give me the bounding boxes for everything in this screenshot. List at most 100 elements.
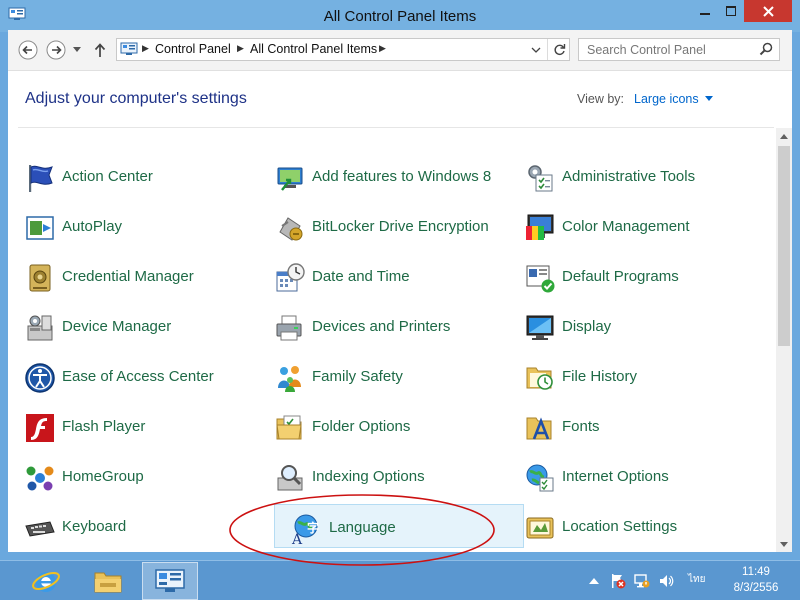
item-label: Default Programs [562, 268, 679, 285]
scrollbar-thumb[interactable] [778, 146, 790, 346]
folder-icon [94, 572, 122, 593]
item-date-and-time[interactable]: Date and Time [258, 254, 502, 298]
vertical-scrollbar[interactable] [776, 128, 792, 552]
item-label: Ease of Access Center [62, 368, 214, 385]
item-homegroup[interactable]: HomeGroup [8, 454, 252, 498]
back-button[interactable] [18, 40, 38, 60]
up-button[interactable] [92, 40, 108, 60]
item-label: Location Settings [562, 518, 678, 535]
navigation-bar: ▶ Control Panel ▶ All Control Panel Item… [8, 30, 792, 71]
item-bitlocker[interactable]: BitLocker Drive Encryption [258, 204, 502, 248]
maximize-button[interactable] [718, 0, 744, 22]
item-label: HomeGroup [62, 468, 144, 485]
svg-text:字: 字 [307, 520, 319, 535]
item-color-management[interactable]: Color Management [508, 204, 752, 248]
language-indicator[interactable]: ไทย [688, 572, 705, 587]
chevron-right-icon[interactable]: ▶ [142, 43, 149, 54]
tray-network[interactable] [634, 573, 650, 589]
tray-action-center[interactable] [610, 573, 626, 589]
folder-options-icon [274, 412, 306, 444]
item-indexing-options[interactable]: Indexing Options [258, 454, 502, 498]
item-label: Indexing Options [312, 468, 425, 485]
item-folder-options[interactable]: Folder Options [258, 404, 502, 448]
language-icon: A 字 [291, 513, 323, 545]
taskbar-control-panel[interactable] [142, 562, 198, 600]
clock-date[interactable]: 8/3/2556 [726, 582, 786, 594]
clock-time[interactable]: 11:49 [736, 566, 776, 578]
breadcrumb-control-panel[interactable]: Control Panel [155, 42, 231, 56]
tray-volume[interactable] [658, 573, 674, 589]
refresh-icon [553, 44, 565, 55]
search-icon[interactable] [759, 42, 773, 56]
item-add-features[interactable]: Add features to Windows 8 [258, 154, 502, 198]
item-file-history[interactable]: File History [508, 354, 752, 398]
item-default-programs[interactable]: Default Programs [508, 254, 752, 298]
page-title: Adjust your computer's settings [25, 90, 247, 107]
item-ease-of-access[interactable]: Ease of Access Center [8, 354, 252, 398]
item-label: Fonts [562, 418, 600, 435]
item-keyboard[interactable]: Keyboard [8, 504, 252, 548]
scroll-down-button[interactable] [776, 536, 792, 552]
item-fonts[interactable]: Fonts [508, 404, 752, 448]
forward-button[interactable] [46, 40, 66, 60]
window-content: ▶ Control Panel ▶ All Control Panel Item… [8, 30, 792, 552]
breadcrumb-all-items[interactable]: All Control Panel Items [250, 42, 377, 56]
network-icon [634, 574, 650, 588]
chevron-down-icon [531, 47, 541, 53]
item-device-manager[interactable]: Device Manager [8, 304, 252, 348]
view-by-dropdown[interactable]: Large icons [634, 92, 713, 106]
title-bar[interactable]: All Control Panel Items [0, 0, 800, 32]
header-divider [18, 127, 774, 128]
control-panel-window: All Control Panel Items ▶ Control Panel … [0, 0, 800, 560]
item-label: Internet Options [562, 468, 669, 485]
printer-icon [274, 312, 306, 344]
item-label: Keyboard [62, 518, 127, 535]
item-devices-and-printers[interactable]: Devices and Printers [258, 304, 502, 348]
ease-of-access-icon [24, 362, 56, 394]
autoplay-icon [24, 212, 56, 244]
flag-icon [24, 162, 56, 194]
show-hidden-icons-button[interactable] [586, 573, 602, 589]
item-family-safety[interactable]: Family Safety [258, 354, 502, 398]
item-action-center[interactable]: Action Center [8, 154, 252, 198]
admin-tools-icon [524, 162, 556, 194]
taskbar-internet-explorer[interactable] [18, 562, 74, 600]
homegroup-icon [24, 462, 56, 494]
recent-locations-button[interactable] [72, 45, 82, 55]
item-location-settings[interactable]: Location Settings [508, 504, 752, 548]
minimize-icon [700, 13, 710, 15]
chevron-right-icon[interactable]: ▶ [379, 43, 386, 54]
taskbar-file-explorer[interactable] [80, 562, 136, 600]
search-input[interactable] [579, 39, 754, 60]
item-label: Credential Manager [62, 268, 194, 285]
item-internet-options[interactable]: Internet Options [508, 454, 752, 498]
item-label: File History [562, 368, 638, 385]
back-arrow-icon [18, 40, 38, 60]
monitor-icon [524, 312, 556, 344]
item-display[interactable]: Display [508, 304, 752, 348]
item-flash-player[interactable]: Flash Player [8, 404, 252, 448]
control-panel-items: Action Center Add features to Windows 8 [8, 154, 776, 552]
item-credential-manager[interactable]: Credential Manager [8, 254, 252, 298]
item-label: Administrative Tools [562, 168, 696, 185]
add-features-icon [274, 162, 306, 194]
close-button[interactable] [744, 0, 792, 22]
item-autoplay[interactable]: AutoPlay [8, 204, 252, 248]
bitlocker-icon [274, 212, 306, 244]
item-label: Device Manager [62, 318, 172, 335]
credential-vault-icon [24, 262, 56, 294]
fonts-icon [524, 412, 556, 444]
maximize-icon [726, 6, 736, 16]
refresh-button[interactable] [547, 39, 570, 60]
family-icon [274, 362, 306, 394]
file-history-icon [524, 362, 556, 394]
minimize-button[interactable] [692, 0, 718, 22]
scroll-up-button[interactable] [776, 128, 792, 144]
item-administrative-tools[interactable]: Administrative Tools [508, 154, 752, 198]
address-history-button[interactable] [527, 39, 545, 60]
chevron-right-icon[interactable]: ▶ [237, 43, 244, 54]
address-bar[interactable]: ▶ Control Panel ▶ All Control Panel Item… [116, 38, 570, 61]
item-language[interactable]: A 字 Language [274, 504, 524, 548]
control-panel-icon [120, 42, 138, 55]
search-box[interactable] [578, 38, 780, 61]
